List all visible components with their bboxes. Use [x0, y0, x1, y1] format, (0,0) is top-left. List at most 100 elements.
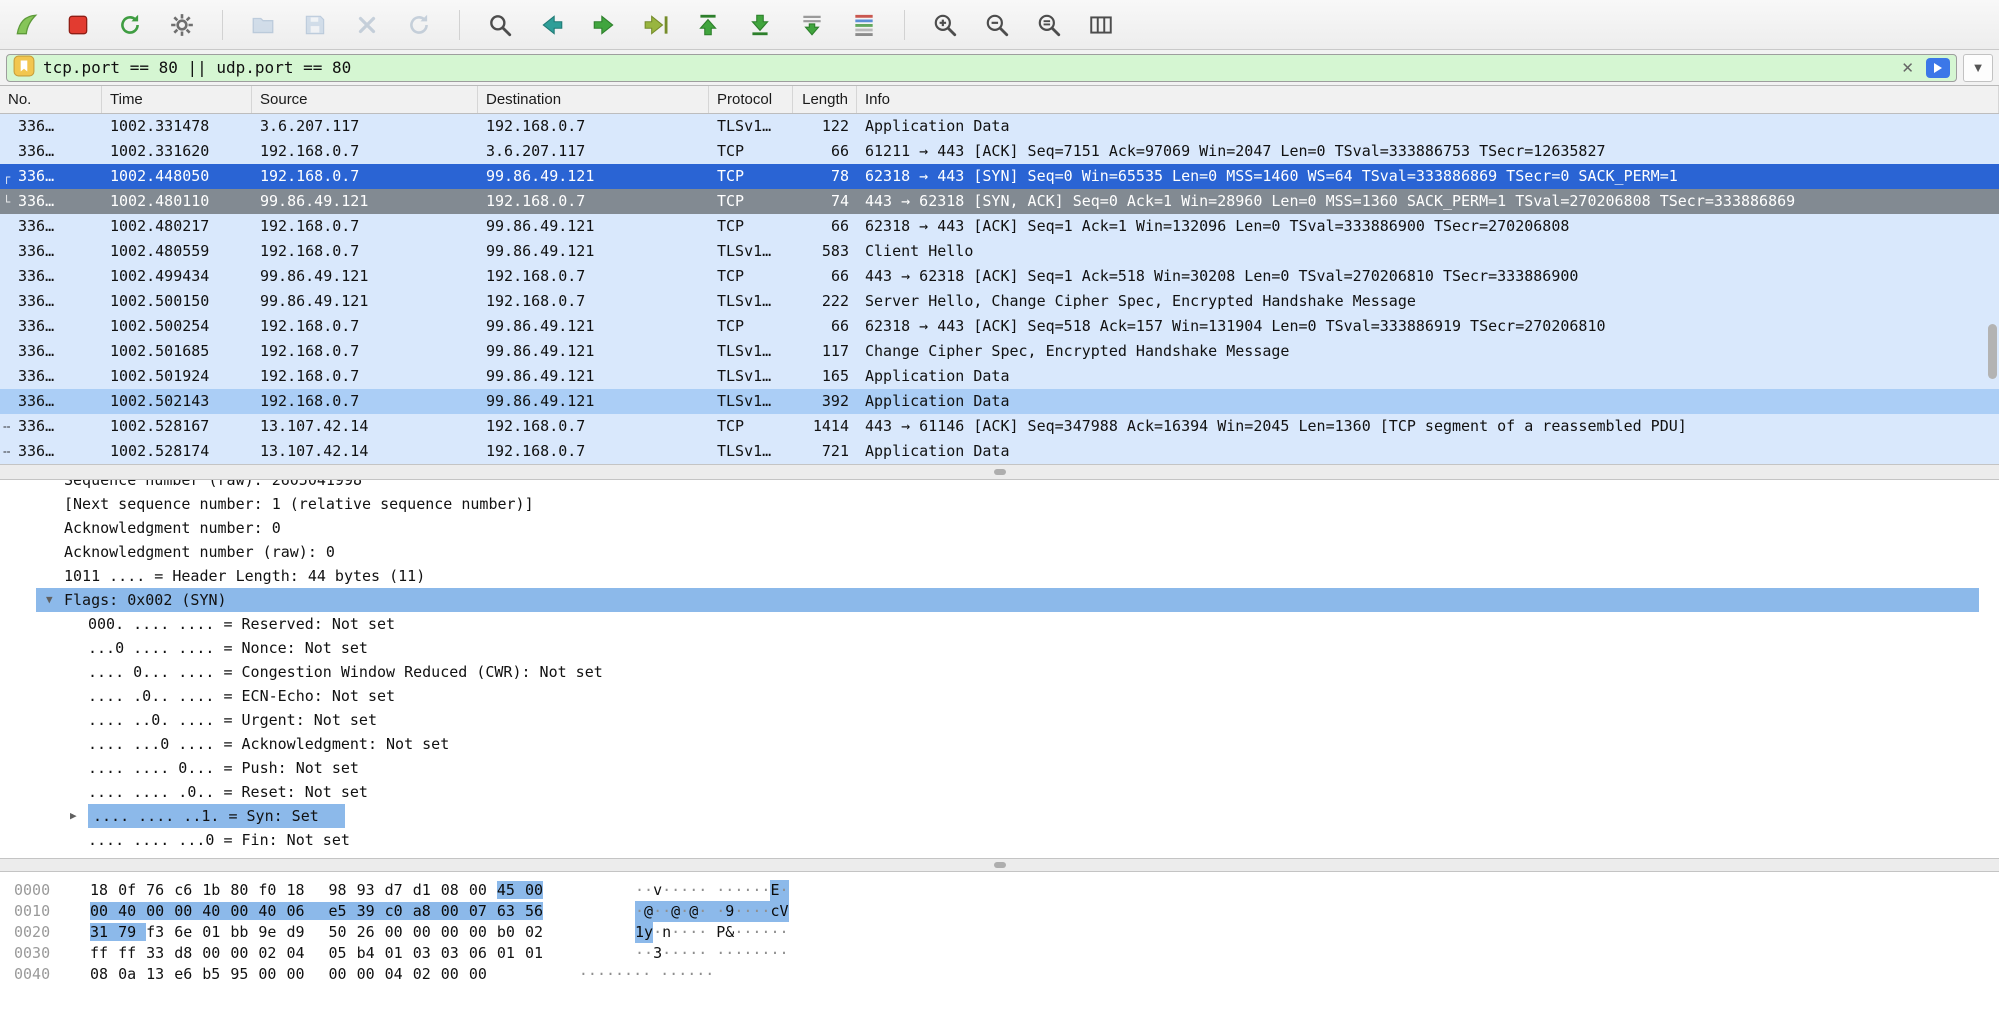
go-to-packet-icon[interactable] — [642, 11, 670, 39]
hex-bytes[interactable]: 180f76c61b80f0189893d7d108004500 — [90, 880, 543, 901]
packet-row[interactable]: 336…1002.501924192.168.0.799.86.49.121TL… — [0, 364, 1999, 389]
detail-line[interactable]: 1011 .... = Header Length: 44 bytes (11) — [36, 564, 1979, 588]
column-header-protocol[interactable]: Protocol — [709, 86, 793, 113]
detail-line[interactable]: ...0 .... .... = Nonce: Not set — [36, 636, 1979, 660]
zoom-out-icon[interactable] — [983, 11, 1011, 39]
cell-no: 336… — [0, 214, 102, 239]
go-last-packet-icon[interactable] — [746, 11, 774, 39]
display-filter-input[interactable]: tcp.port == 80 || udp.port == 80 ✕ — [6, 54, 1957, 82]
colorize-icon[interactable] — [850, 11, 878, 39]
detail-line[interactable]: .... 0... .... = Congestion Window Reduc… — [36, 660, 1979, 684]
cell-source: 192.168.0.7 — [252, 389, 478, 414]
hex-ascii[interactable]: 1y·n····P&······ — [635, 922, 789, 943]
packet-bytes-pane[interactable]: 0000180f76c61b80f0189893d7d108004500··v·… — [0, 872, 1999, 1018]
detail-line[interactable]: .... .0.. .... = ECN-Echo: Not set — [36, 684, 1979, 708]
collapse-expander-icon[interactable]: ▼ — [46, 588, 53, 612]
packet-row[interactable]: 336…1002.331620192.168.0.73.6.207.117TCP… — [0, 139, 1999, 164]
cell-time: 1002.331620 — [102, 139, 252, 164]
go-back-icon[interactable] — [538, 11, 566, 39]
packet-row[interactable]: 336…1002.501685192.168.0.799.86.49.121TL… — [0, 339, 1999, 364]
column-header-destination[interactable]: Destination — [478, 86, 709, 113]
cell-no: ╌336… — [0, 439, 102, 464]
hex-ascii[interactable]: ·············· — [579, 964, 714, 985]
packet-row[interactable]: 336…1002.480217192.168.0.799.86.49.121TC… — [0, 214, 1999, 239]
cell-protocol: TLSv1… — [709, 114, 793, 139]
expand-expander-icon[interactable]: ▶ — [70, 804, 77, 828]
detail-line[interactable]: .... ...0 .... = Acknowledgment: Not set — [36, 732, 1979, 756]
detail-line[interactable]: .... ..0. .... = Urgent: Not set — [36, 708, 1979, 732]
filter-clear-icon[interactable]: ✕ — [1897, 59, 1918, 77]
column-header-time[interactable]: Time — [102, 86, 252, 113]
packet-list-scrollbar[interactable] — [1988, 324, 1997, 379]
hex-row[interactable]: 00203179f36e01bb9ed9502600000000b0021y·n… — [14, 922, 1999, 943]
detail-line[interactable]: .... .... ...0 = Fin: Not set — [36, 828, 1979, 852]
packet-details[interactable]: Sequence number (raw): 2605041998[Next s… — [0, 480, 1999, 858]
column-header-source[interactable]: Source — [252, 86, 478, 113]
cell-destination: 192.168.0.7 — [478, 439, 709, 464]
column-header-info[interactable]: Info — [857, 86, 1999, 113]
detail-line[interactable]: Sequence number (raw): 2605041998 — [36, 480, 1979, 492]
filter-bookmark-icon[interactable] — [13, 55, 35, 81]
stop-capture-icon[interactable] — [64, 11, 92, 39]
filter-apply-icon[interactable] — [1926, 58, 1950, 78]
hex-row[interactable]: 0040 080a13e6b5950000000004020000 ········… — [14, 964, 1999, 985]
cell-source: 192.168.0.7 — [252, 239, 478, 264]
hex-offset: 0040 — [14, 964, 56, 985]
capture-options-icon[interactable] — [168, 11, 196, 39]
packet-row[interactable]: ╌336…1002.52816713.107.42.14192.168.0.7T… — [0, 414, 1999, 439]
splitter-details-bytes[interactable] — [0, 858, 1999, 872]
zoom-in-icon[interactable] — [931, 11, 959, 39]
detail-text: .... 0... .... = Congestion Window Reduc… — [88, 660, 603, 684]
hex-bytes[interactable]: 080a13e6b5950000000004020000 — [90, 964, 487, 985]
auto-scroll-icon[interactable] — [798, 11, 826, 39]
packet-row[interactable]: 336…1002.49943499.86.49.121192.168.0.7TC… — [0, 264, 1999, 289]
resize-columns-icon[interactable] — [1087, 11, 1115, 39]
packet-row[interactable]: 336…1002.3314783.6.207.117192.168.0.7TLS… — [0, 114, 1999, 139]
start-capture-icon[interactable] — [12, 11, 40, 39]
detail-line[interactable]: ▶.... .... ..1. = Syn: Set — [36, 804, 1979, 828]
cell-protocol: TCP — [709, 139, 793, 164]
packet-row[interactable]: 336…1002.50015099.86.49.121192.168.0.7TL… — [0, 289, 1999, 314]
toolbar-separator — [459, 10, 460, 40]
packet-row[interactable]: 336…1002.502143192.168.0.799.86.49.121TL… — [0, 389, 1999, 414]
filter-text[interactable]: tcp.port == 80 || udp.port == 80 — [43, 58, 1889, 77]
column-header-length[interactable]: Length — [793, 86, 857, 113]
zoom-reset-icon[interactable] — [1035, 11, 1063, 39]
find-packet-icon[interactable] — [486, 11, 514, 39]
detail-line[interactable]: [Next sequence number: 1 (relative seque… — [36, 492, 1979, 516]
packet-row[interactable]: 336…1002.480559192.168.0.799.86.49.121TL… — [0, 239, 1999, 264]
cell-info: 62318 → 443 [SYN] Seq=0 Win=65535 Len=0 … — [857, 164, 1999, 189]
cell-length: 1414 — [793, 414, 857, 439]
cell-length: 66 — [793, 314, 857, 339]
hex-bytes[interactable]: 3179f36e01bb9ed9502600000000b002 — [90, 922, 543, 943]
hex-ascii[interactable]: ··3············· — [635, 943, 789, 964]
hex-row[interactable]: 0000180f76c61b80f0189893d7d108004500··v·… — [14, 880, 1999, 901]
hex-ascii[interactable]: ··v···········E· — [635, 880, 789, 901]
packet-row[interactable]: ┌336…1002.448050192.168.0.799.86.49.121T… — [0, 164, 1999, 189]
packet-row[interactable]: ╌336…1002.52817413.107.42.14192.168.0.7T… — [0, 439, 1999, 464]
restart-capture-icon[interactable] — [116, 11, 144, 39]
detail-line[interactable]: .... .... 0... = Push: Not set — [36, 756, 1979, 780]
cell-no: └336… — [0, 189, 102, 214]
hex-bytes[interactable]: ffff33d80000020405b4010303060101 — [90, 943, 543, 964]
hex-bytes[interactable]: 0040000040004006e539c0a800076356 — [90, 901, 543, 922]
go-forward-icon[interactable] — [590, 11, 618, 39]
go-first-packet-icon[interactable] — [694, 11, 722, 39]
cell-time: 1002.500150 — [102, 289, 252, 314]
hex-row[interactable]: 0030ffff33d80000020405b4010303060101··3·… — [14, 943, 1999, 964]
detail-line[interactable]: 000. .... .... = Reserved: Not set — [36, 612, 1979, 636]
hex-row[interactable]: 00100040000040004006e539c0a800076356·@··… — [14, 901, 1999, 922]
detail-text: [Next sequence number: 1 (relative seque… — [64, 492, 534, 516]
packet-list-body[interactable]: 336…1002.3314783.6.207.117192.168.0.7TLS… — [0, 114, 1999, 464]
column-header-no[interactable]: No. — [0, 86, 102, 113]
detail-line[interactable]: .... .... .0.. = Reset: Not set — [36, 780, 1979, 804]
filter-dropdown-button[interactable]: ▼ — [1963, 54, 1993, 82]
cell-destination: 192.168.0.7 — [478, 114, 709, 139]
packet-row[interactable]: 336…1002.500254192.168.0.799.86.49.121TC… — [0, 314, 1999, 339]
packet-row[interactable]: └336…1002.48011099.86.49.121192.168.0.7T… — [0, 189, 1999, 214]
detail-line[interactable]: Acknowledgment number (raw): 0 — [36, 540, 1979, 564]
detail-line[interactable]: Acknowledgment number: 0 — [36, 516, 1979, 540]
splitter-list-details[interactable] — [0, 464, 1999, 480]
hex-ascii[interactable]: ·@··@·@··9····cV — [635, 901, 789, 922]
detail-line[interactable]: ▼Flags: 0x002 (SYN) — [36, 588, 1979, 612]
